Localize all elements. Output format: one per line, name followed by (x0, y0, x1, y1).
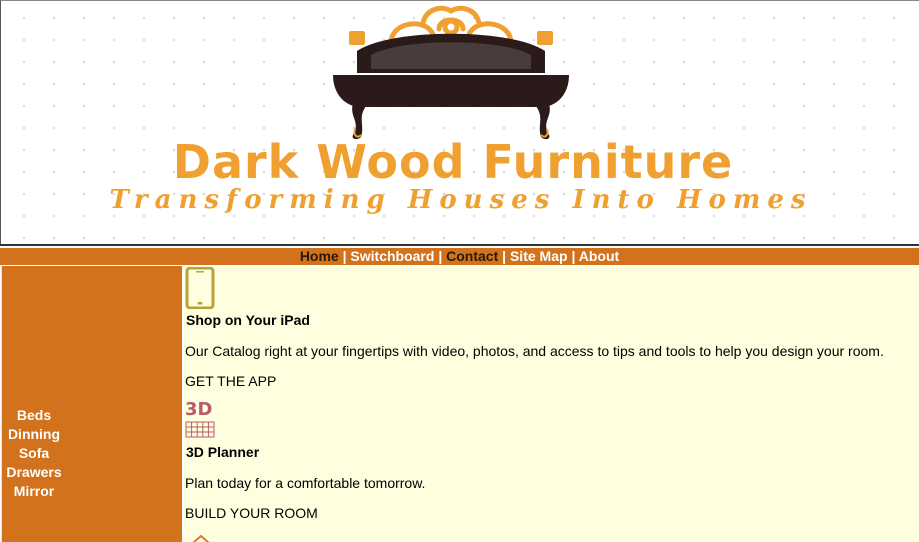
planner-section-text: Plan today for a comfortable tomorrow. (185, 475, 426, 491)
sidebar-item-mirror[interactable]: Mirror (2, 482, 66, 501)
sidebar-item-beds[interactable]: Beds (2, 406, 66, 425)
get-the-app-link[interactable]: GET THE APP (185, 373, 276, 389)
sidebar-links: Beds Dinning Sofa Drawers Mirror (2, 406, 66, 501)
nav-separator: | (438, 248, 443, 264)
brand-tagline: Transforming Houses Into Homes (109, 185, 813, 215)
ipad-section-text: Our Catalog right at your fingertips wit… (185, 343, 884, 359)
nav-contact-link[interactable]: Contact (446, 248, 498, 264)
tablet-icon (185, 267, 215, 309)
sidebar: Beds Dinning Sofa Drawers Mirror (1, 266, 182, 542)
3d-label: 3D (185, 399, 213, 420)
nav-home-link[interactable]: Home (300, 248, 339, 264)
site-header: Dark Wood Furniture Transforming Houses … (0, 0, 919, 244)
bed-logo-icon (333, 5, 569, 140)
main-content: Shop on Your iPad Our Catalog right at y… (183, 266, 919, 542)
nav-separator: | (502, 248, 507, 264)
header-divider (0, 244, 919, 246)
nav-site-map-link[interactable]: Site Map (510, 248, 568, 264)
brand-name: Dark Wood Furniture (172, 135, 734, 189)
sidebar-item-dinning[interactable]: Dinning (2, 425, 66, 444)
ipad-section-heading: Shop on Your iPad (186, 312, 310, 328)
nav-about-link[interactable]: About (579, 248, 619, 264)
home-icon (192, 534, 210, 542)
sidebar-item-drawers[interactable]: Drawers (2, 463, 66, 482)
build-your-room-link[interactable]: BUILD YOUR ROOM (185, 505, 318, 521)
nav-separator: | (342, 248, 347, 264)
sidebar-item-sofa[interactable]: Sofa (2, 444, 66, 463)
planner-section-heading: 3D Planner (186, 444, 260, 460)
nav-separator: | (571, 248, 576, 264)
main-nav: Home | Switchboard | Contact | Site Map … (0, 248, 919, 265)
nav-switchboard-link[interactable]: Switchboard (350, 248, 434, 264)
grid-icon (185, 421, 215, 438)
3d-planner-icon: 3D (185, 401, 219, 441)
